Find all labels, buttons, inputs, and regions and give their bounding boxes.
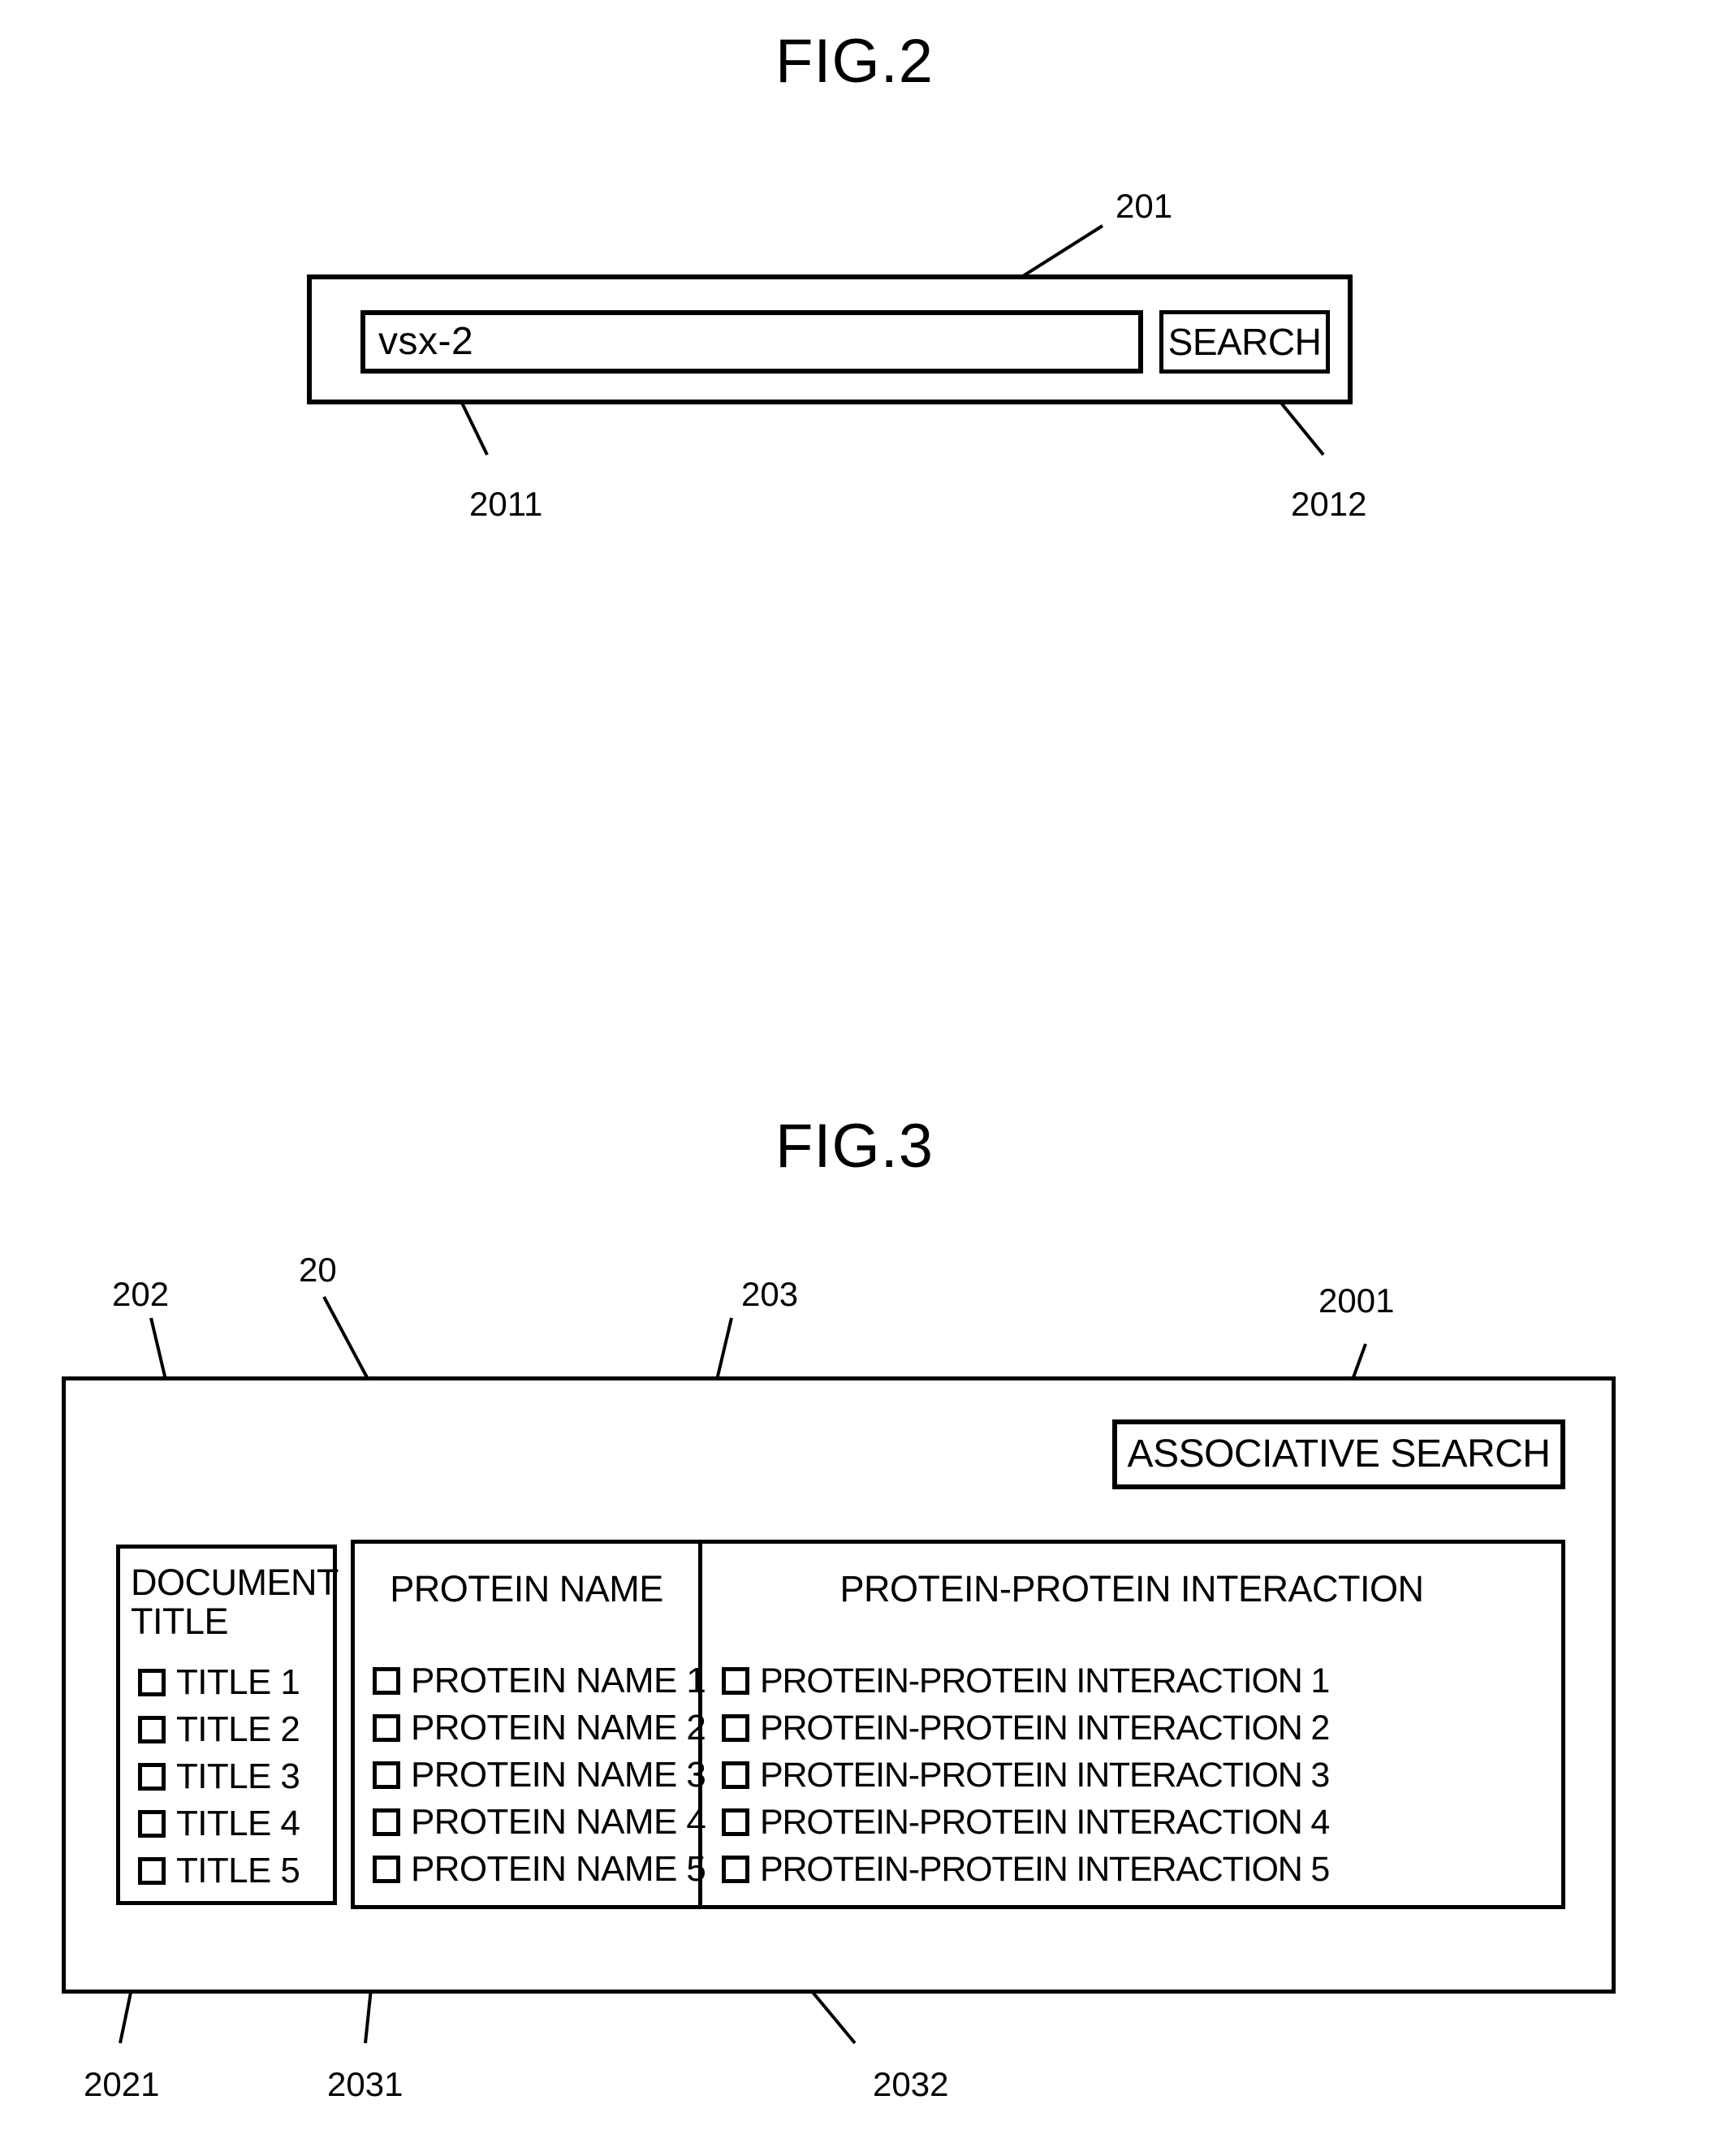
checkbox-icon[interactable] xyxy=(722,1761,749,1789)
list-item-label: TITLE 1 xyxy=(176,1662,300,1702)
reference-label-2001: 2001 xyxy=(1318,1281,1395,1320)
list-item-label: TITLE 4 xyxy=(176,1804,300,1843)
search-input-value: vsx-2 xyxy=(378,320,474,363)
list-item-label: PROTEIN NAME 4 xyxy=(411,1802,706,1842)
checkbox-icon[interactable] xyxy=(722,1808,749,1836)
search-button[interactable]: SEARCH xyxy=(1159,310,1330,374)
protein-interaction-list: PROTEIN-PROTEIN INTERACTION 1 PROTEIN-PR… xyxy=(722,1661,1330,1889)
list-item-label: PROTEIN-PROTEIN INTERACTION 2 xyxy=(760,1708,1330,1748)
protein-interaction-column: PROTEIN-PROTEIN INTERACTION PROTEIN-PROT… xyxy=(702,1544,1561,1905)
checkbox-icon[interactable] xyxy=(138,1810,166,1838)
reference-label-2011: 2011 xyxy=(469,485,543,523)
list-item[interactable]: PROTEIN NAME 1 xyxy=(373,1661,706,1700)
document-title-header-line-2: TITLE xyxy=(131,1600,229,1642)
protein-panel: PROTEIN NAME PROTEIN NAME 1 PROTEIN NAME… xyxy=(351,1540,1565,1909)
figure-2-title: FIG.2 xyxy=(775,27,934,96)
reference-label-2032: 2032 xyxy=(873,2065,949,2103)
reference-label-201: 201 xyxy=(1116,187,1173,225)
document-title-panel: DOCUMENT TITLE TITLE 1 TITLE 2 TITLE 3 T… xyxy=(116,1545,339,1905)
list-item[interactable]: PROTEIN-PROTEIN INTERACTION 3 xyxy=(722,1755,1330,1795)
list-item-label: PROTEIN-PROTEIN INTERACTION 5 xyxy=(760,1849,1330,1889)
list-item[interactable]: PROTEIN NAME 2 xyxy=(373,1709,706,1748)
list-item-label: PROTEIN-PROTEIN INTERACTION 1 xyxy=(760,1661,1330,1700)
list-item[interactable]: PROTEIN-PROTEIN INTERACTION 1 xyxy=(722,1661,1330,1700)
list-item[interactable]: PROTEIN NAME 3 xyxy=(373,1756,706,1795)
list-item[interactable]: PROTEIN NAME 5 xyxy=(373,1850,706,1889)
associative-search-button[interactable]: ASSOCIATIVE SEARCH xyxy=(1112,1419,1565,1489)
associative-search-button-label: ASSOCIATIVE SEARCH xyxy=(1127,1432,1551,1475)
checkbox-icon[interactable] xyxy=(138,1763,166,1791)
list-item[interactable]: PROTEIN-PROTEIN INTERACTION 4 xyxy=(722,1802,1330,1842)
search-button-label: SEARCH xyxy=(1167,321,1322,363)
checkbox-icon[interactable] xyxy=(373,1667,400,1695)
list-item[interactable]: PROTEIN-PROTEIN INTERACTION 2 xyxy=(722,1708,1330,1748)
reference-label-203: 203 xyxy=(741,1275,799,1313)
list-item-label: PROTEIN NAME 3 xyxy=(411,1755,706,1795)
search-input[interactable]: vsx-2 xyxy=(360,310,1143,374)
checkbox-icon[interactable] xyxy=(722,1714,749,1742)
list-item-label: TITLE 2 xyxy=(176,1709,300,1749)
list-item[interactable]: TITLE 3 xyxy=(138,1757,300,1796)
document-title-header-line-1: DOCUMENT xyxy=(131,1562,339,1603)
list-item[interactable]: TITLE 1 xyxy=(138,1663,300,1702)
checkbox-icon[interactable] xyxy=(373,1761,400,1789)
protein-name-column: PROTEIN NAME PROTEIN NAME 1 PROTEIN NAME… xyxy=(355,1544,706,1905)
list-item[interactable]: TITLE 5 xyxy=(138,1851,300,1890)
reference-label-202: 202 xyxy=(112,1275,170,1313)
protein-name-list: PROTEIN NAME 1 PROTEIN NAME 2 PROTEIN NA… xyxy=(373,1661,706,1889)
checkbox-icon[interactable] xyxy=(373,1856,400,1883)
figure-3-title: FIG.3 xyxy=(775,1112,934,1181)
checkbox-icon[interactable] xyxy=(138,1857,166,1885)
list-item-label: PROTEIN NAME 1 xyxy=(411,1661,706,1700)
protein-name-header: PROTEIN NAME xyxy=(390,1568,663,1609)
list-item-label: TITLE 3 xyxy=(176,1756,300,1796)
list-item[interactable]: TITLE 2 xyxy=(138,1710,300,1749)
protein-interaction-header: PROTEIN-PROTEIN INTERACTION xyxy=(839,1568,1424,1609)
list-item[interactable]: TITLE 4 xyxy=(138,1804,300,1843)
checkbox-icon[interactable] xyxy=(373,1808,400,1836)
checkbox-icon[interactable] xyxy=(373,1714,400,1742)
list-item[interactable]: PROTEIN NAME 4 xyxy=(373,1803,706,1842)
document-title-header: DOCUMENT TITLE xyxy=(131,1563,339,1640)
reference-label-20: 20 xyxy=(299,1251,337,1289)
reference-label-2031: 2031 xyxy=(327,2065,404,2103)
list-item-label: PROTEIN-PROTEIN INTERACTION 3 xyxy=(760,1755,1330,1795)
reference-label-2012: 2012 xyxy=(1291,485,1367,523)
checkbox-icon[interactable] xyxy=(138,1669,166,1696)
checkbox-icon[interactable] xyxy=(722,1856,749,1883)
list-item-label: TITLE 5 xyxy=(176,1851,300,1890)
list-item-label: PROTEIN-PROTEIN INTERACTION 4 xyxy=(760,1802,1330,1842)
reference-label-2021: 2021 xyxy=(84,2065,160,2103)
checkbox-icon[interactable] xyxy=(138,1716,166,1743)
list-item[interactable]: PROTEIN-PROTEIN INTERACTION 5 xyxy=(722,1849,1330,1889)
checkbox-icon[interactable] xyxy=(722,1667,749,1695)
list-item-label: PROTEIN NAME 5 xyxy=(411,1849,706,1889)
document-title-list: TITLE 1 TITLE 2 TITLE 3 TITLE 4 TITLE 5 xyxy=(138,1663,300,1890)
list-item-label: PROTEIN NAME 2 xyxy=(411,1708,706,1748)
